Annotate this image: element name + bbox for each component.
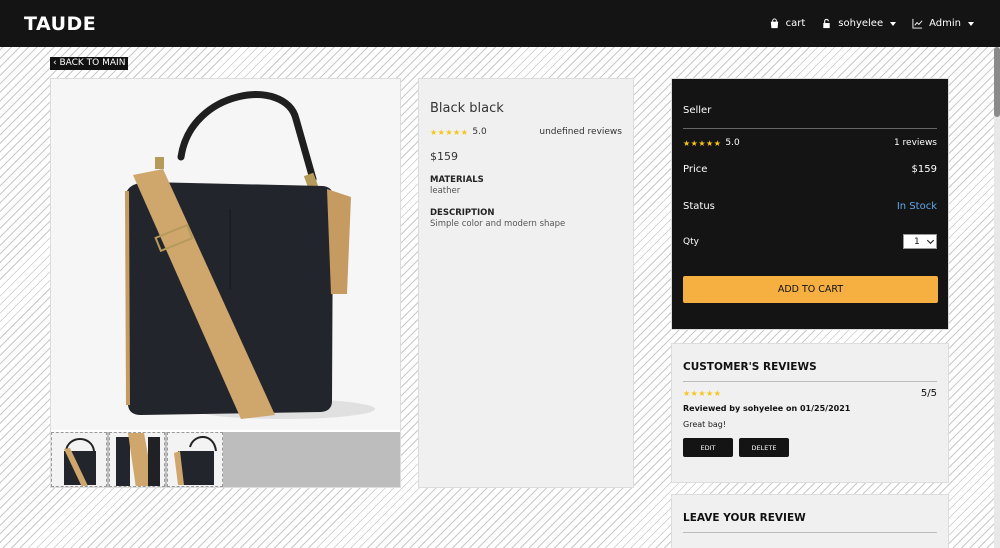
- leave-review-title: LEAVE YOUR REVIEW: [683, 495, 937, 533]
- description-title: DESCRIPTION: [430, 208, 495, 218]
- qty-value: 1: [914, 236, 920, 247]
- status-label: Status: [683, 201, 715, 212]
- seller-rating-value: 5.0: [725, 138, 740, 148]
- price-row: Price $159: [683, 164, 937, 175]
- product-price: $159: [430, 150, 458, 163]
- bag-image: [51, 79, 400, 430]
- delete-review-button[interactable]: DELETE: [739, 438, 789, 457]
- page-scrollbar[interactable]: [994, 47, 1000, 548]
- qty-row: Qty 1: [683, 234, 937, 249]
- chevron-down-icon: [926, 236, 935, 244]
- qty-label: Qty: [683, 236, 699, 247]
- materials-title: MATERIALS: [430, 175, 484, 185]
- nav-right: cart sohyelee Admin: [769, 18, 974, 29]
- thumbnail-3[interactable]: [167, 432, 223, 487]
- nav-admin-label: Admin: [929, 18, 961, 29]
- chevron-down-icon: [968, 21, 974, 26]
- product-rating-row: ★★★★★ 5.0 undefined reviews: [430, 127, 622, 137]
- star-rating-icon: ★★★★★: [683, 138, 722, 148]
- lock-icon: [823, 18, 831, 29]
- review-score: 5/5: [920, 388, 937, 399]
- product-rating-value: 5.0: [472, 127, 487, 137]
- materials-text: leather: [430, 186, 461, 196]
- leave-review-panel: LEAVE YOUR REVIEW: [671, 494, 949, 548]
- reviews-title: CUSTOMER'S REVIEWS: [683, 344, 937, 382]
- price-value: $159: [911, 164, 937, 175]
- customer-reviews-panel: CUSTOMER'S REVIEWS ★★★★★ 5/5 Reviewed by…: [671, 343, 949, 483]
- review-rating-row: ★★★★★ 5/5: [683, 388, 937, 399]
- back-to-main-button[interactable]: ‹ BACK TO MAIN: [50, 57, 129, 70]
- star-rating-icon: ★★★★★: [430, 127, 469, 137]
- seller-panel: Seller ★★★★★ 5.0 1 reviews Price $159 St…: [671, 78, 949, 330]
- add-to-cart-button[interactable]: ADD TO CART: [683, 276, 938, 303]
- product-info-panel: Black black ★★★★★ 5.0 undefined reviews …: [418, 78, 634, 488]
- shopping-bag-icon: [770, 18, 778, 29]
- seller-reviews-count: 1 reviews: [893, 138, 937, 148]
- product-rating: ★★★★★ 5.0: [430, 127, 487, 137]
- review-actions: EDIT DELETE: [683, 438, 937, 457]
- seller-rating-row: ★★★★★ 5.0 1 reviews: [683, 138, 937, 148]
- chart-line-icon: [912, 18, 923, 29]
- status-row: Status In Stock: [683, 201, 937, 212]
- scrollbar-thumb[interactable]: [994, 47, 1000, 117]
- product-name: Black black: [430, 101, 504, 116]
- review-item: ★★★★★ 5/5 Reviewed by sohyelee on 01/25/…: [683, 388, 937, 457]
- thumbnail-2[interactable]: [109, 432, 165, 487]
- star-rating-icon: ★★★★★: [683, 389, 722, 398]
- product-main-image: [51, 79, 400, 430]
- status-value: In Stock: [896, 201, 937, 212]
- navbar: TAUDE cart sohyelee Admin: [0, 0, 1000, 47]
- thumbnail-1[interactable]: [51, 432, 107, 487]
- qty-select[interactable]: 1: [903, 234, 937, 249]
- nav-cart[interactable]: cart: [769, 18, 806, 29]
- price-label: Price: [683, 164, 708, 175]
- review-text: Great bag!: [683, 420, 727, 429]
- seller-title: Seller: [683, 79, 937, 129]
- product-reviews-count: undefined reviews: [539, 127, 622, 137]
- nav-admin-menu[interactable]: Admin: [912, 18, 974, 29]
- product-image-panel: [50, 78, 401, 488]
- brand-logo[interactable]: TAUDE: [24, 13, 96, 35]
- seller-rating: ★★★★★ 5.0: [683, 138, 740, 148]
- nav-user-label: sohyelee: [838, 18, 884, 29]
- description-text: Simple color and modern shape: [430, 219, 566, 229]
- nav-user-menu[interactable]: sohyelee: [821, 18, 897, 29]
- thumbnail-strip: [51, 432, 400, 487]
- edit-review-button[interactable]: EDIT: [683, 438, 733, 457]
- review-byline: Reviewed by sohyelee on 01/25/2021: [683, 404, 851, 413]
- nav-cart-label: cart: [785, 18, 806, 29]
- chevron-down-icon: [890, 21, 897, 26]
